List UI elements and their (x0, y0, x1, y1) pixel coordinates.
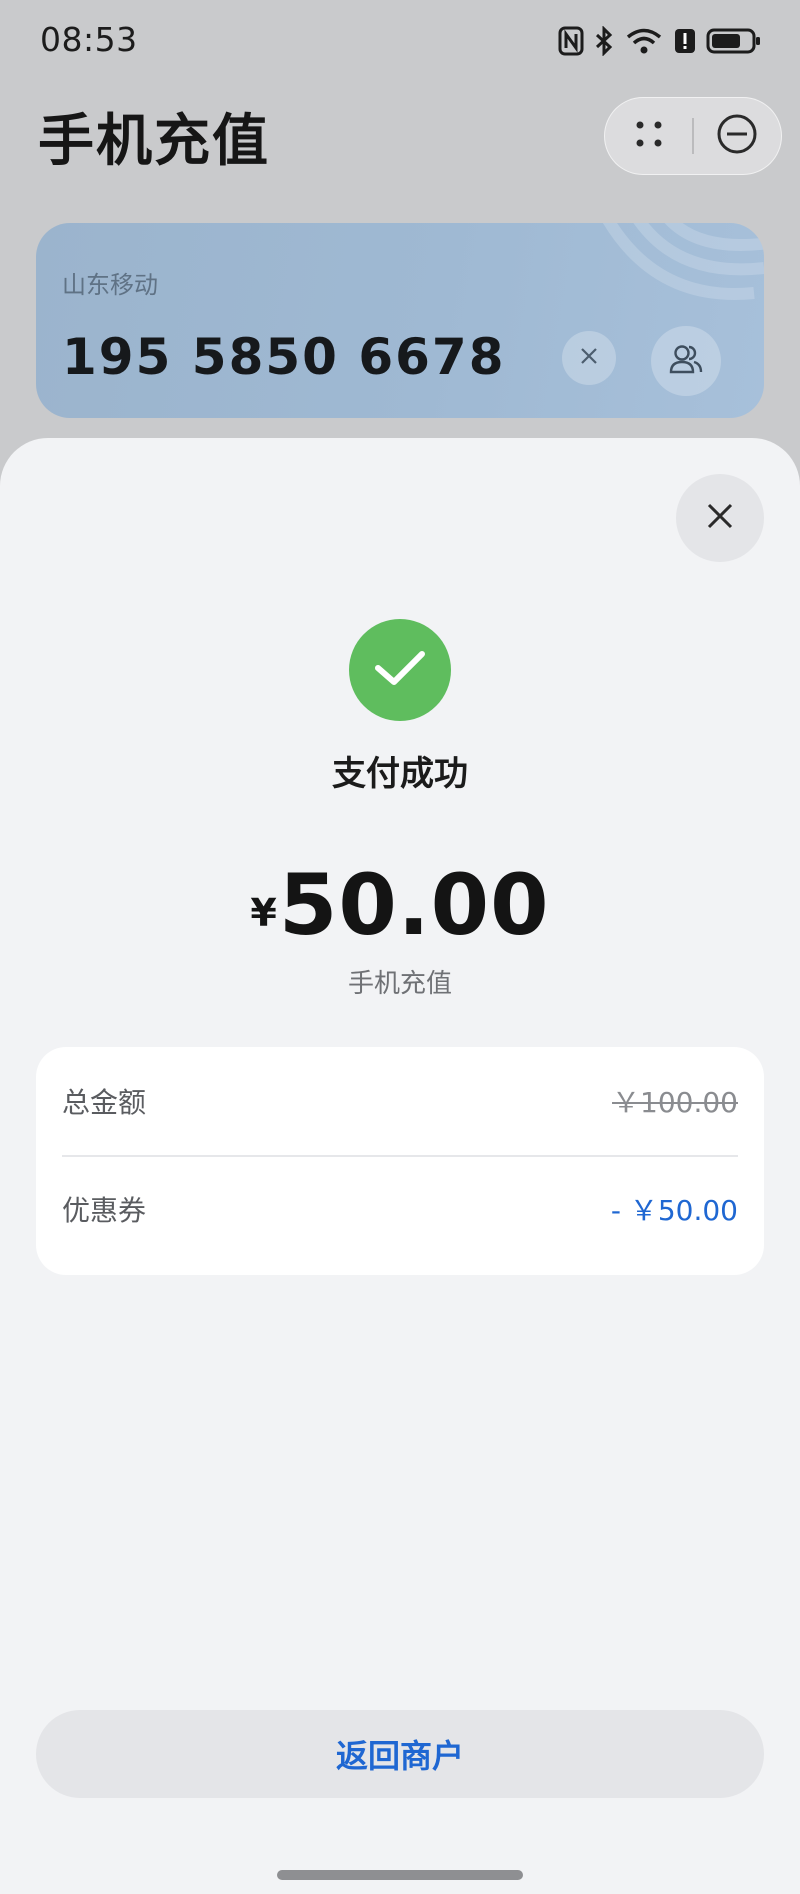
carrier-name: 山东移动 (62, 271, 158, 299)
nfc-icon (558, 26, 584, 56)
phone-card: 山东移动 195 5850 6678 (36, 223, 764, 418)
wifi-icon (624, 26, 664, 56)
detail-row-total: 总金额 ￥100.00 (62, 1047, 738, 1155)
coupon-value: - ￥50.00 (610, 1194, 738, 1227)
currency-symbol: ¥ (250, 891, 277, 935)
mini-program-capsule (604, 97, 782, 175)
minimize-button[interactable] (694, 97, 781, 175)
amount-subtitle: 手机充值 (347, 969, 452, 999)
paid-amount: ¥50.00 (0, 856, 800, 954)
battery-icon (706, 26, 762, 56)
minimize-circle-icon (716, 113, 758, 159)
return-to-merchant-button[interactable]: 返回商户 (36, 1710, 764, 1798)
home-indicator[interactable] (277, 1870, 523, 1880)
page-title: 手机充值 (38, 109, 270, 174)
phone-number: 195 5850 6678 (62, 328, 506, 386)
coupon-label: 优惠券 (62, 1194, 147, 1227)
success-badge (349, 619, 451, 721)
more-dots-icon (632, 117, 666, 155)
close-icon (579, 346, 599, 370)
payment-status-text: 支付成功 (332, 754, 468, 794)
close-icon (705, 501, 735, 535)
clear-number-button[interactable] (562, 331, 616, 385)
total-value: ￥100.00 (612, 1086, 738, 1119)
status-time: 08:53 (40, 20, 138, 59)
payment-result-sheet: 支付成功 ¥50.00 手机充值 总金额 ￥100.00 优惠券 - ￥50.0… (0, 438, 800, 1894)
amount-value: 50.00 (278, 856, 550, 954)
status-bar: 08:53 (0, 0, 800, 80)
more-button[interactable] (605, 97, 692, 175)
detail-row-coupon: 优惠券 - ￥50.00 (62, 1155, 738, 1263)
contacts-icon (668, 341, 704, 381)
contacts-button[interactable] (651, 326, 721, 396)
status-icons (558, 22, 762, 60)
bluetooth-icon (594, 26, 614, 56)
check-icon (372, 648, 428, 692)
total-label: 总金额 (62, 1086, 147, 1119)
payment-details-card: 总金额 ￥100.00 优惠券 - ￥50.00 (36, 1047, 764, 1275)
alert-icon (674, 26, 696, 56)
sheet-close-button[interactable] (676, 474, 764, 562)
carrier-logo-watermark (602, 223, 764, 300)
